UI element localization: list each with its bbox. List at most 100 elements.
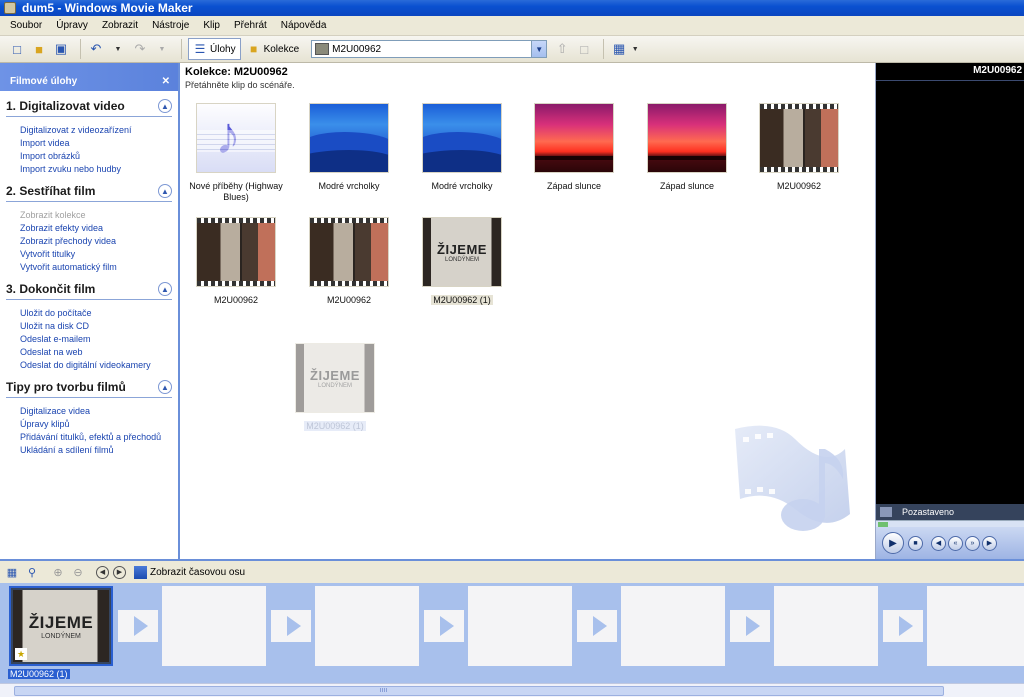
view-dropdown-icon[interactable]: ▼ [626, 40, 644, 58]
task-link[interactable]: Přidávání titulků, efektů a přechodů [6, 431, 172, 444]
task-link[interactable]: Import videa [6, 137, 172, 150]
rewind-storyboard-icon[interactable]: ◀ [96, 565, 109, 579]
menu-upravy[interactable]: Úpravy [56, 20, 88, 31]
narrate-microphone-icon[interactable]: ⚲ [24, 564, 40, 580]
collapse-up-icon[interactable]: ▲ [158, 99, 172, 113]
task-link[interactable]: Digitalizovat z videozařízení [6, 124, 172, 137]
storyboard-empty-slot[interactable] [315, 586, 419, 666]
collection-select[interactable]: M2U00962 ▼ [311, 40, 548, 58]
movie-tasks-pane: Filmové úlohy ✕ 1. Digitalizovat video ▲… [0, 63, 180, 559]
clip-label: Modré vrcholky [431, 181, 493, 191]
task-link[interactable]: Import zvuku nebo hudby [6, 163, 172, 176]
clip-item[interactable]: Západ slunce [632, 103, 742, 192]
previous-frame-icon[interactable]: ◀ [931, 535, 946, 551]
save-icon[interactable]: ▣ [52, 40, 70, 58]
clip-label: M2U00962 [326, 295, 372, 305]
transition-slot[interactable] [577, 610, 617, 642]
clip-item-selected[interactable]: ŽIJEME LONDÝNEM M2U00962 (1) [407, 217, 517, 306]
transition-slot[interactable] [424, 610, 464, 642]
rewind-icon[interactable]: « [948, 535, 963, 551]
clip-label: M2U00962 (1) [304, 421, 366, 431]
task-link[interactable]: Odeslat na web [6, 346, 172, 359]
transition-slot[interactable] [118, 610, 158, 642]
task-link[interactable]: Odeslat do digitální videokamery [6, 359, 172, 372]
clip-item[interactable]: Modré vrcholky [407, 103, 517, 192]
zoom-out-icon[interactable]: ⊖ [70, 564, 86, 580]
clip-item[interactable]: Nové příběhy (Highway Blues) [181, 103, 291, 203]
task-link[interactable]: Import obrázků [6, 150, 172, 163]
clip-item[interactable]: M2U00962 [744, 103, 854, 192]
collections-button[interactable]: ■ Kolekce [243, 38, 304, 60]
menu-zobrazit[interactable]: Zobrazit [102, 20, 138, 31]
section-header[interactable]: 3. Dokončit film ▲ [6, 282, 172, 300]
collapse-up-icon[interactable]: ▲ [158, 184, 172, 198]
task-link[interactable]: Zobrazit efekty videa [6, 222, 172, 235]
storyboard-empty-slot[interactable] [927, 586, 1024, 666]
task-link[interactable]: Uložit do počítače [6, 307, 172, 320]
section-header[interactable]: 1. Digitalizovat video ▲ [6, 99, 172, 117]
collection-hint: Přetáhněte klip do scénáře. [185, 80, 295, 90]
close-icon[interactable]: ✕ [162, 76, 170, 87]
stop-icon[interactable]: ■ [908, 535, 923, 551]
seek-bar[interactable] [876, 520, 1024, 527]
clip-label: M2U00962 [213, 295, 259, 305]
open-folder-icon[interactable]: ■ [30, 40, 48, 58]
tasks-button[interactable]: ☰ Úlohy [188, 38, 241, 60]
new-project-icon[interactable]: □ [8, 40, 26, 58]
clip-item[interactable]: M2U00962 [181, 217, 291, 306]
new-folder-icon[interactable]: □ [575, 40, 593, 58]
task-link[interactable]: Vytvořit titulky [6, 248, 172, 261]
zoom-in-icon[interactable]: ⊕ [50, 564, 66, 580]
menu-nastroje[interactable]: Nástroje [152, 20, 189, 31]
task-link[interactable]: Ukládání a sdílení filmů [6, 444, 172, 457]
show-timeline-button[interactable]: Zobrazit časovou osu [134, 565, 245, 579]
collection-pane: Kolekce: M2U00962 Přetáhněte klip do scé… [180, 63, 876, 559]
undo-icon[interactable]: ↶ [87, 40, 105, 58]
task-link[interactable]: Úpravy klipů [6, 418, 172, 431]
transition-slot[interactable] [271, 610, 311, 642]
storyboard-empty-slot[interactable] [774, 586, 878, 666]
undo-dropdown-icon[interactable]: ▼ [109, 40, 127, 58]
scrollbar-thumb[interactable] [14, 686, 944, 696]
clip-thumbnail [422, 103, 502, 173]
clip-item[interactable]: Modré vrcholky [294, 103, 404, 192]
task-link[interactable]: Uložit na disk CD [6, 320, 172, 333]
section-header[interactable]: 2. Sestříhat film ▲ [6, 184, 172, 202]
next-frame-icon[interactable]: ▶ [982, 535, 997, 551]
menu-prehrat[interactable]: Přehrát [234, 20, 267, 31]
clip-item[interactable]: Západ slunce [519, 103, 629, 192]
task-link[interactable]: Odeslat e-mailem [6, 333, 172, 346]
play-storyboard-icon[interactable]: ▶ [113, 565, 126, 579]
play-icon[interactable]: ▶ [882, 532, 904, 554]
redo-dropdown-icon[interactable]: ▼ [153, 40, 171, 58]
transition-slot[interactable] [730, 610, 770, 642]
transition-slot[interactable] [883, 610, 923, 642]
storyboard-empty-slot[interactable] [621, 586, 725, 666]
storyboard-clip[interactable]: ŽIJEME LONDÝNEM ★ [9, 586, 113, 666]
forward-icon[interactable]: » [965, 535, 980, 551]
storyboard-view-icon[interactable]: ▦ [4, 564, 20, 580]
effect-star-icon[interactable]: ★ [15, 648, 27, 660]
menu-soubor[interactable]: Soubor [10, 20, 42, 31]
chevron-down-icon[interactable]: ▼ [531, 41, 547, 57]
task-link[interactable]: Zobrazit přechody videa [6, 235, 172, 248]
task-link[interactable]: Vytvořit automatický film [6, 261, 172, 274]
collapse-up-icon[interactable]: ▲ [158, 380, 172, 394]
title-bar[interactable]: dum5 - Windows Movie Maker [0, 0, 1024, 16]
tasks-label: Úlohy [210, 43, 236, 55]
clip-thumbnail: ŽIJEME LONDÝNEM [13, 590, 109, 662]
up-folder-icon[interactable]: ⇧ [553, 40, 571, 58]
menu-klip[interactable]: Klip [203, 20, 220, 31]
storyboard-empty-slot[interactable] [162, 586, 266, 666]
section-title: Tipy pro tvorbu filmů [6, 380, 126, 394]
storyboard-scrollbar[interactable] [0, 683, 1024, 697]
storyboard-toolbar: ▦ ⚲ ⊕ ⊖ ◀ ▶ Zobrazit časovou osu [0, 559, 1024, 583]
clip-item[interactable]: M2U00962 [294, 217, 404, 306]
redo-icon[interactable]: ↷ [131, 40, 149, 58]
task-link[interactable]: Digitalizace videa [6, 405, 172, 418]
section-header[interactable]: Tipy pro tvorbu filmů ▲ [6, 380, 172, 398]
storyboard-empty-slot[interactable] [468, 586, 572, 666]
collapse-up-icon[interactable]: ▲ [158, 282, 172, 296]
collection-select-value: M2U00962 [332, 43, 382, 55]
menu-napoveda[interactable]: Nápověda [281, 20, 327, 31]
